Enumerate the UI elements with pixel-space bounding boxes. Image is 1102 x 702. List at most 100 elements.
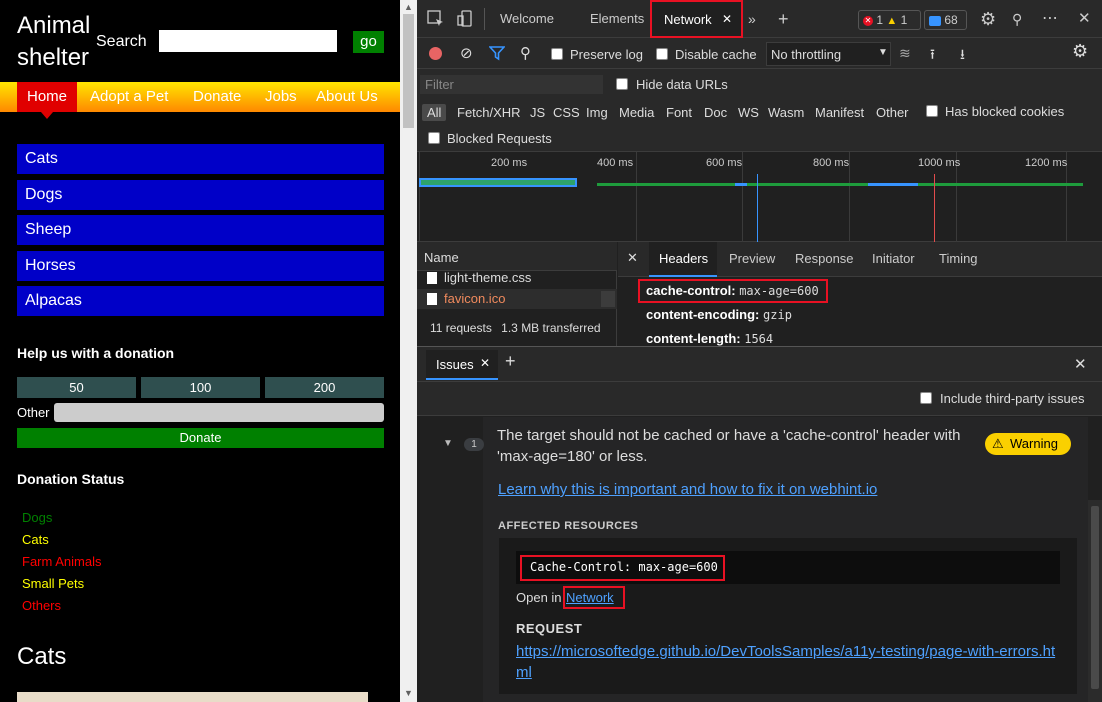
status-item-others: Others — [22, 598, 62, 613]
disable-cache-checkbox[interactable] — [656, 48, 668, 60]
donation-heading: Help us with a donation — [17, 345, 175, 361]
file-icon — [427, 293, 437, 305]
blocked-requests-checkbox[interactable] — [428, 132, 440, 144]
filter-type-fetch-xhr[interactable]: Fetch/XHR — [457, 104, 521, 121]
request-url-link[interactable]: https://microsoftedge.github.io/DevTools… — [516, 641, 1066, 683]
settings-gear-icon[interactable]: ⚙ — [980, 0, 996, 38]
tab-welcome[interactable]: Welcome — [500, 0, 554, 38]
animal-link-alpacas[interactable]: Alpacas — [17, 286, 384, 316]
animal-link-dogs[interactable]: Dogs — [17, 180, 384, 210]
close-details-icon[interactable]: ✕ — [627, 250, 638, 266]
search-label: Search — [96, 33, 147, 50]
network-settings-icon[interactable]: ⚙ — [1072, 41, 1088, 62]
filter-type-wasm[interactable]: Wasm — [768, 104, 804, 121]
header-key: content-encoding: — [646, 307, 760, 322]
learn-more-link[interactable]: Learn why this is important and how to f… — [498, 481, 877, 498]
timeline-selection[interactable] — [419, 178, 577, 187]
nav-donate[interactable]: Donate — [193, 82, 241, 112]
filter-type-media[interactable]: Media — [619, 104, 654, 121]
third-party-checkbox[interactable] — [920, 392, 932, 404]
tab-network-active[interactable]: Network ✕ — [650, 0, 743, 38]
expand-triangle-icon[interactable]: ▼ — [443, 438, 453, 449]
request-heading: REQUEST — [516, 621, 583, 636]
web-page: Animal shelter Search go Home Adopt a Pe… — [0, 0, 400, 702]
nav-home[interactable]: Home — [17, 82, 78, 119]
timeline-label-1000: 1000 ms — [918, 157, 961, 169]
animal-link-sheep[interactable]: Sheep — [17, 215, 384, 245]
animal-link-horses[interactable]: Horses — [17, 251, 384, 281]
request-row[interactable]: light-theme.css — [417, 269, 617, 287]
warning-icon: ▲ — [886, 15, 898, 27]
throttling-select[interactable]: No throttling ▼ — [766, 42, 891, 66]
amount-button-200[interactable]: 200 — [265, 377, 384, 398]
tab-elements[interactable]: Elements — [590, 0, 644, 38]
close-devtools-icon[interactable]: ✕ — [1078, 0, 1091, 38]
more-tabs-icon[interactable]: » — [748, 0, 756, 38]
tab-headers[interactable]: Headers — [649, 242, 717, 277]
scroll-down-icon[interactable]: ▼ — [400, 688, 417, 698]
affected-resources-heading: AFFECTED RESOURCES — [498, 520, 639, 532]
request-list-scrollbar[interactable] — [601, 291, 615, 307]
nav-adopt[interactable]: Adopt a Pet — [90, 82, 168, 112]
filter-type-other[interactable]: Other — [876, 104, 909, 121]
animal-link-cats[interactable]: Cats — [17, 144, 384, 174]
message-icon — [929, 15, 941, 26]
amount-button-100[interactable]: 100 — [141, 377, 260, 398]
filter-type-js[interactable]: JS — [530, 104, 545, 121]
issue-counts-badge[interactable]: ✕ 1 ▲ 1 — [858, 10, 921, 30]
filter-type-img[interactable]: Img — [586, 104, 608, 121]
filter-type-doc[interactable]: Doc — [704, 104, 727, 121]
open-in-network-link[interactable]: Network — [566, 590, 614, 605]
close-tab-icon[interactable]: ✕ — [722, 2, 732, 37]
go-button[interactable]: go — [353, 31, 384, 53]
amount-button-50[interactable]: 50 — [17, 377, 136, 398]
tab-preview[interactable]: Preview — [729, 251, 775, 266]
filter-input[interactable]: Filter — [420, 75, 603, 94]
add-tab-icon[interactable]: + — [778, 0, 789, 38]
issues-scroll-thumb[interactable] — [1091, 506, 1099, 689]
filter-icon[interactable] — [488, 46, 506, 64]
filter-type-manifest[interactable]: Manifest — [815, 104, 864, 121]
other-amount-input[interactable] — [54, 403, 384, 422]
hide-data-urls-checkbox[interactable] — [616, 78, 628, 90]
tab-timing[interactable]: Timing — [939, 251, 978, 266]
filter-type-ws[interactable]: WS — [738, 104, 759, 121]
messages-badge[interactable]: 68 — [924, 10, 967, 30]
device-emulation-icon[interactable] — [457, 0, 475, 42]
clear-icon[interactable]: ⊘ — [460, 46, 473, 61]
page-scroll-thumb[interactable] — [403, 14, 414, 128]
import-har-icon[interactable]: ⭱ — [930, 44, 935, 68]
header-key: content-length: — [646, 331, 741, 346]
tab-response[interactable]: Response — [795, 251, 854, 266]
customize-icon[interactable]: ⚲ — [1012, 0, 1022, 38]
filter-type-css[interactable]: CSS — [553, 104, 580, 121]
tab-issues[interactable]: Issues ✕ — [426, 350, 498, 380]
close-issues-tab-icon[interactable]: ✕ — [480, 356, 490, 370]
inspect-element-icon[interactable] — [427, 0, 445, 42]
search-input[interactable] — [159, 30, 337, 52]
open-in-text: Open in — [516, 590, 562, 605]
network-conditions-icon[interactable]: ≋ — [899, 45, 911, 62]
filter-type-all[interactable]: All — [422, 104, 447, 121]
tab-network-label: Network — [664, 12, 712, 27]
record-icon[interactable] — [429, 47, 442, 60]
donate-button[interactable]: Donate — [17, 428, 384, 448]
donation-status-heading: Donation Status — [17, 471, 125, 487]
issue-message[interactable]: The target should not be cached or have … — [497, 425, 977, 467]
filter-type-font[interactable]: Font — [666, 104, 692, 121]
export-har-icon[interactable]: ⭳ — [960, 44, 965, 68]
name-column-header[interactable]: Name — [424, 250, 459, 265]
header-row-cache-control: cache-control: max-age=600 — [646, 283, 819, 298]
more-options-icon[interactable]: ⋯ — [1042, 0, 1058, 38]
scroll-up-icon[interactable]: ▲ — [400, 2, 417, 12]
tab-initiator[interactable]: Initiator — [872, 251, 915, 266]
has-blocked-cookies-checkbox[interactable] — [926, 105, 938, 117]
nav-jobs[interactable]: Jobs — [265, 82, 297, 112]
nav-about[interactable]: About Us — [316, 82, 378, 112]
add-drawer-tab-icon[interactable]: + — [505, 351, 516, 372]
close-drawer-icon[interactable]: ✕ — [1074, 355, 1087, 373]
request-row[interactable]: favicon.ico — [417, 289, 617, 309]
search-icon[interactable]: ⚲ — [520, 44, 531, 62]
preserve-log-checkbox[interactable] — [551, 48, 563, 60]
status-item-farm-animals: Farm Animals — [22, 554, 102, 569]
